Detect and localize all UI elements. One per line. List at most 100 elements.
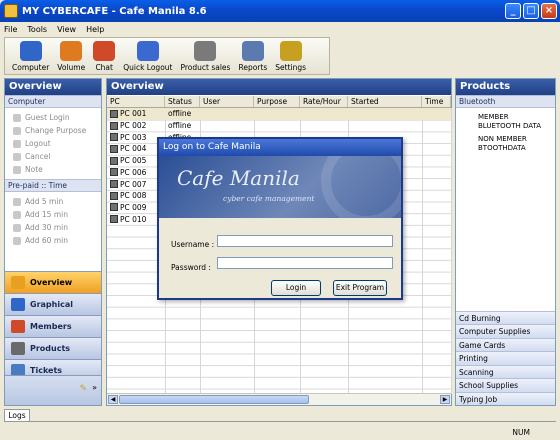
product-item[interactable]: NON MEMBER — [456, 135, 555, 144]
action-label: Guest Login — [25, 113, 70, 122]
computer-section-header: Computer — [5, 95, 101, 108]
computer-icon — [110, 144, 118, 153]
toolbar-button-product-sales[interactable]: Product sales — [177, 38, 233, 72]
computer-action-guest-login[interactable]: Guest Login — [5, 111, 101, 124]
category-school-supplies[interactable]: School Supplies — [456, 378, 555, 392]
minimize-button[interactable]: _ — [505, 3, 521, 19]
products-title: Products — [456, 79, 555, 95]
maximize-button[interactable]: □ — [523, 3, 539, 19]
product-item[interactable]: MEMBER — [456, 113, 555, 122]
pc-name: PC 005 — [120, 156, 147, 166]
toolbar-label: Product sales — [180, 63, 231, 72]
column-header-pc[interactable]: PC — [107, 96, 165, 107]
scroll-right-icon[interactable]: ▶ — [440, 395, 450, 404]
computer-icon — [110, 168, 118, 177]
cart-icon — [194, 41, 217, 61]
logout-icon — [136, 41, 159, 61]
monitor-icon — [19, 41, 42, 61]
computer-action-logout[interactable]: Logout — [5, 137, 101, 150]
toolbar-button-settings[interactable]: Settings — [272, 38, 309, 72]
toolbar-button-computer[interactable]: Computer — [9, 38, 52, 72]
action-label: Note — [25, 165, 43, 174]
products-panel: Products Bluetooth MEMBER BLUETOOTH DATA N… — [455, 78, 556, 406]
category-computer-supplies[interactable]: Computer Supplies — [456, 324, 555, 338]
banner-title: Cafe Manila — [177, 166, 300, 190]
password-input[interactable] — [217, 257, 393, 269]
nav-label: Products — [30, 344, 71, 353]
computer-icon — [110, 156, 118, 165]
column-header-ratehour[interactable]: Rate/Hour — [300, 96, 348, 107]
overview-title: Overview — [107, 79, 451, 95]
scroll-thumb[interactable] — [119, 395, 309, 404]
menu-view[interactable]: View — [57, 25, 76, 34]
action-icon — [13, 126, 21, 135]
computer-action-note[interactable]: Note — [5, 163, 101, 176]
column-header-started[interactable]: Started — [348, 96, 422, 107]
table-row[interactable]: PC 002 offline — [107, 120, 451, 132]
action-label: Add 5 min — [25, 197, 64, 206]
toolbar-button-quick-logout[interactable]: Quick Logout — [120, 38, 175, 72]
bluetooth-section-header[interactable]: Bluetooth — [456, 95, 555, 108]
password-label: Password : — [171, 263, 211, 272]
login-button[interactable]: Login — [271, 280, 321, 296]
logs-tab[interactable]: Logs — [4, 409, 30, 421]
pc-name: PC 001 — [120, 109, 147, 119]
num-lock-indicator: NUM — [512, 427, 530, 437]
action-label: Change Purpose — [25, 126, 87, 135]
time-action-add-30-min[interactable]: Add 30 min — [5, 221, 101, 234]
toolbar-button-chat[interactable]: Chat — [90, 38, 118, 72]
table-row[interactable]: PC 001 offline — [107, 108, 451, 120]
pc-name: PC 003 — [120, 132, 147, 142]
pc-name: PC 008 — [120, 191, 147, 201]
column-header-user[interactable]: User — [200, 96, 254, 107]
nav-label: Overview — [30, 278, 73, 287]
category-scanning[interactable]: Scanning — [456, 364, 555, 378]
nav-graphical[interactable]: Graphical — [5, 293, 101, 315]
menu-help[interactable]: Help — [86, 25, 104, 34]
computer-action-cancel[interactable]: Cancel — [5, 150, 101, 163]
action-label: Logout — [25, 139, 51, 148]
pc-name: PC 004 — [120, 144, 147, 154]
toolbar-label: Volume — [57, 63, 86, 72]
toolbar-button-reports[interactable]: Reports — [235, 38, 270, 72]
toolbar-button-volume[interactable]: Volume — [54, 38, 88, 72]
pc-name: PC 006 — [120, 167, 147, 177]
left-panel: Overview Computer Guest Login Change Purp… — [4, 78, 102, 406]
pencil-icon[interactable]: ✎ — [79, 384, 87, 394]
close-button[interactable]: × — [541, 3, 557, 19]
nav-overview[interactable]: Overview — [5, 271, 101, 293]
nav-products[interactable]: Products — [5, 337, 101, 359]
category-printing[interactable]: Printing — [456, 351, 555, 365]
computer-action-change-purpose[interactable]: Change Purpose — [5, 124, 101, 137]
category-typing-job[interactable]: Typing Job — [456, 391, 555, 405]
menu-tools[interactable]: Tools — [27, 25, 47, 34]
computer-icon — [110, 109, 118, 118]
database-icon — [279, 41, 302, 61]
column-header-status[interactable]: Status — [165, 96, 200, 107]
pc-cell: PC 002 — [107, 121, 165, 130]
nav-members[interactable]: Members — [5, 315, 101, 337]
menu-file[interactable]: File — [4, 25, 17, 34]
product-item[interactable]: BTOOTHDATA — [456, 144, 555, 153]
chevron-more-icon[interactable]: » — [92, 383, 97, 392]
action-label: Add 30 min — [25, 223, 68, 232]
toolbar-label: Reports — [238, 63, 268, 72]
time-action-add-15-min[interactable]: Add 15 min — [5, 208, 101, 221]
printer-icon — [241, 41, 264, 61]
column-header-purpose[interactable]: Purpose — [254, 96, 300, 107]
nav-label: Tickets — [30, 366, 63, 375]
column-header-time[interactable]: Time — [422, 96, 451, 107]
person-icon — [60, 41, 83, 61]
scroll-left-icon[interactable]: ◀ — [108, 395, 118, 404]
chat-icon — [93, 41, 116, 61]
exit-program-button[interactable]: Exit Program — [333, 280, 387, 296]
category-game-cards[interactable]: Game Cards — [456, 337, 555, 351]
time-action-add-5-min[interactable]: Add 5 min — [5, 195, 101, 208]
clock-icon — [13, 197, 21, 206]
time-action-add-60-min[interactable]: Add 60 min — [5, 234, 101, 247]
product-item[interactable]: BLUETOOTH DATA — [456, 122, 555, 131]
horizontal-scrollbar[interactable]: ◀ ▶ — [107, 393, 451, 405]
category-cd-burning[interactable]: Cd Burning — [456, 310, 555, 324]
username-input[interactable] — [217, 235, 393, 247]
toolbar-label: Quick Logout — [123, 63, 173, 72]
